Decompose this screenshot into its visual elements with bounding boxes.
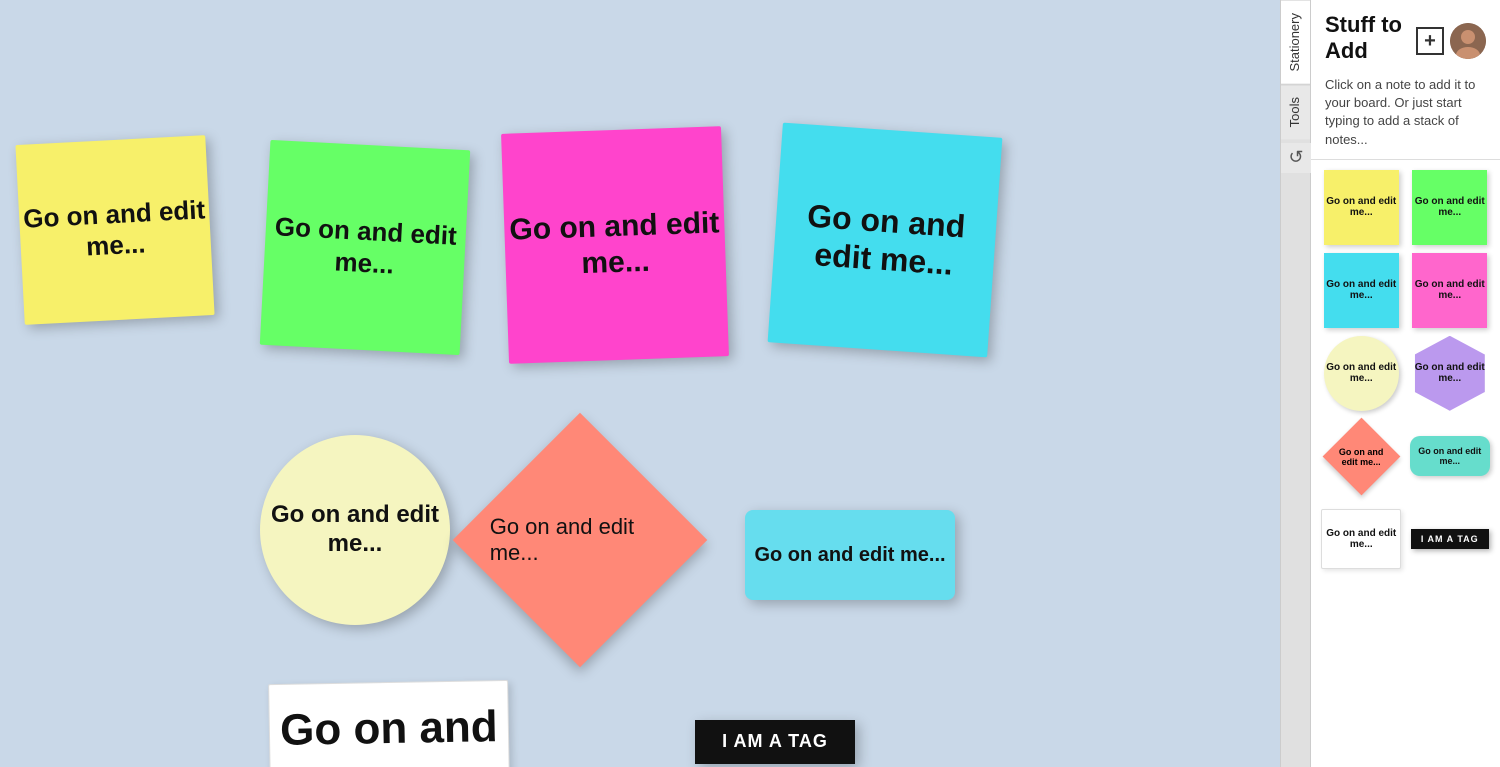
stationery-salmon-diamond[interactable]: Go on and edit me...: [1321, 419, 1402, 494]
note-text: Go on and edit me...: [754, 543, 945, 567]
canvas-note-partial[interactable]: Go on and: [268, 680, 512, 767]
stationery-purple-hexagon[interactable]: Go on and edit me...: [1410, 336, 1491, 411]
note-text: Go on and edit me...: [490, 514, 670, 567]
stationery-note: Go on and edit me...: [1321, 509, 1401, 569]
stationery-cream-circle[interactable]: Go on and edit me...: [1321, 336, 1402, 411]
stationery-note: Go on and edit me...: [1324, 336, 1399, 411]
stationery-note: Go on and edit me...: [1324, 253, 1399, 328]
stationery-cyan-square[interactable]: Go on and edit me...: [1321, 253, 1402, 328]
sidebar-description: Click on a note to add it to your board.…: [1325, 76, 1486, 149]
canvas-board[interactable]: Go on and edit me... Go on and edit me..…: [0, 0, 1280, 767]
sidebar-header: Stuff to Add + Click on a note to add it…: [1311, 0, 1500, 160]
stationery-pink-square[interactable]: Go on and edit me...: [1410, 253, 1491, 328]
tab-stationery[interactable]: Stationery: [1281, 0, 1310, 84]
canvas-note-pink[interactable]: Go on and edit me...: [501, 126, 729, 364]
undo-button[interactable]: ↺: [1281, 143, 1311, 173]
note-text: Go on and edit me...: [18, 194, 211, 266]
sidebar-header-text: Stuff to Add + Click on a note to add it…: [1325, 12, 1486, 149]
canvas-note-green[interactable]: Go on and edit me...: [260, 140, 470, 355]
canvas-tag[interactable]: I AM A TAG: [695, 720, 855, 764]
canvas-note-teal[interactable]: Go on and edit me...: [745, 510, 955, 600]
vertical-tabs-panel: Stationery Tools ↺: [1281, 0, 1311, 767]
sidebar-content-panel: Stuff to Add + Click on a note to add it…: [1311, 0, 1500, 767]
sidebar-title: Stuff to Add: [1325, 12, 1406, 64]
stationery-note: Go on and edit me...: [1412, 253, 1487, 328]
avatar: [1450, 23, 1486, 59]
canvas-note-circle[interactable]: Go on and edit me...: [260, 435, 450, 625]
note-text: Go on and edit me...: [504, 205, 726, 285]
note-text: I AM A TAG: [722, 731, 828, 753]
stationery-teal-rounded[interactable]: Go on and edit me...: [1410, 419, 1491, 494]
stationery-note: Go on and edit me...: [1412, 170, 1487, 245]
stationery-yellow-square[interactable]: Go on and edit me...: [1321, 170, 1402, 245]
canvas-note-diamond[interactable]: Go on and edit me...: [453, 413, 708, 668]
stationery-note: Go on and edit me...: [1415, 336, 1485, 411]
stationery-note: Go on and edit me...: [1410, 436, 1490, 476]
stationery-grid: Go on and edit me... Go on and edit me..…: [1311, 160, 1500, 587]
stationery-black-tag[interactable]: I AM A TAG: [1410, 502, 1491, 577]
stationery-note: Go on and edit me...: [1324, 170, 1399, 245]
stationery-white-card[interactable]: Go on and edit me...: [1321, 502, 1402, 577]
note-text: Go on and: [280, 701, 498, 758]
stationery-note: I AM A TAG: [1411, 529, 1489, 549]
note-text: Go on and edit me...: [773, 194, 998, 286]
stationery-note: Go on and edit me...: [1322, 417, 1400, 495]
note-text: Go on and edit me...: [264, 211, 467, 284]
sidebar: Stationery Tools ↺ Stuff to Add +: [1280, 0, 1500, 767]
stationery-green-square[interactable]: Go on and edit me...: [1410, 170, 1491, 245]
canvas-note-yellow[interactable]: Go on and edit me...: [15, 135, 214, 325]
note-text: Go on and edit me...: [260, 501, 450, 559]
add-note-button[interactable]: +: [1416, 27, 1444, 55]
tab-tools[interactable]: Tools: [1281, 84, 1310, 139]
canvas-note-cyan[interactable]: Go on and edit me...: [768, 123, 1003, 358]
